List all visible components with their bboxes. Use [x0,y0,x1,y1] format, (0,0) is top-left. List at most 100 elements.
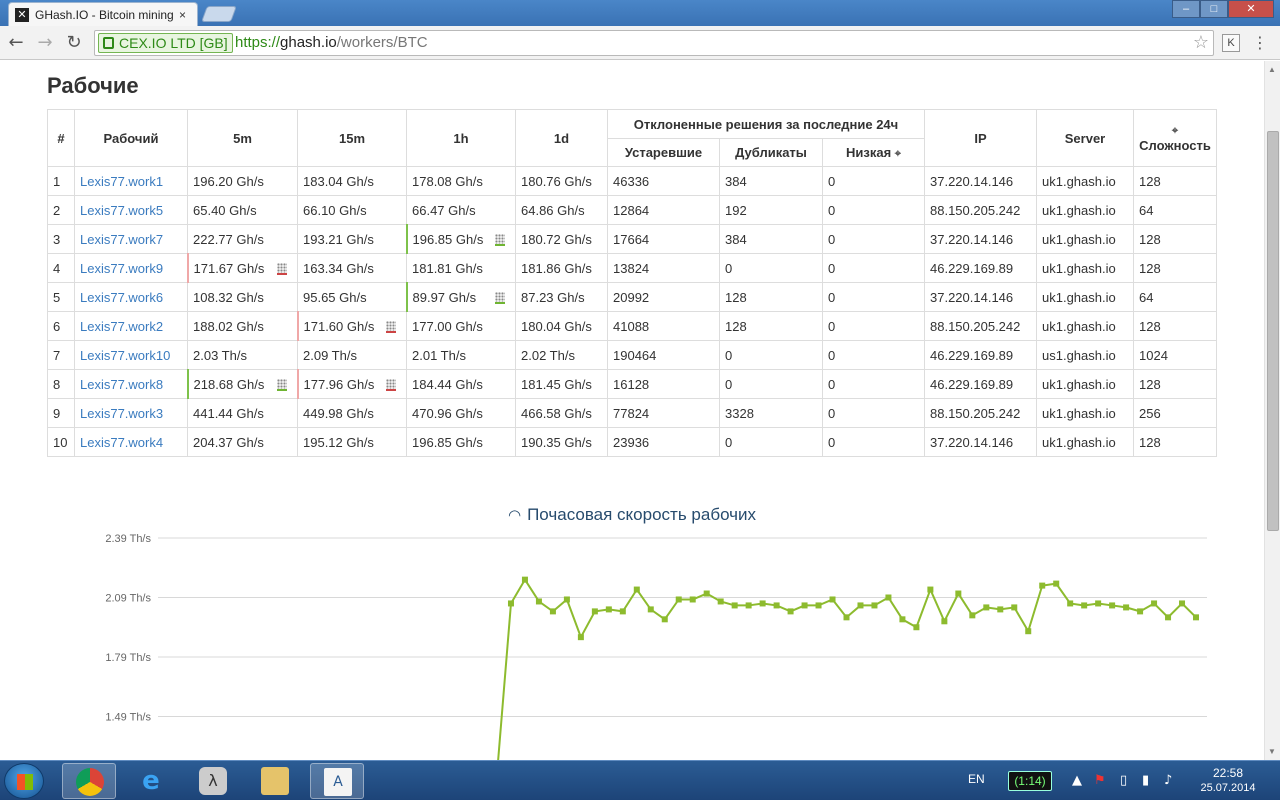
data-point[interactable] [1193,614,1199,621]
browser-tab[interactable]: ✕ GHash.IO - Bitcoin mining × [8,2,198,26]
data-point[interactable] [1179,600,1186,607]
volume-icon[interactable]: ♪ [1164,773,1172,788]
address-bar[interactable]: CEX.IO LTD [GB] https://ghash.io/workers… [94,30,1214,56]
data-point[interactable] [661,616,668,623]
scroll-down-arrow-icon[interactable]: ▼ [1268,747,1276,756]
cell-worker[interactable]: Lexis77.work10 [74,340,188,370]
minimize-button[interactable]: – [1172,0,1200,18]
table-row[interactable]: 5 Lexis77.work6 108.32 Gh/s 95.65 Gh/s 89.97… [47,282,1217,312]
battery-indicator[interactable]: (1:14) [1008,771,1052,791]
table-row[interactable]: 7 Lexis77.work10 2.03 Th/s 2.09 Th/s 2.01 Th… [47,340,1217,370]
extension-k-icon[interactable]: K [1222,34,1240,52]
data-point[interactable] [941,618,948,625]
data-point[interactable] [619,608,626,615]
data-point[interactable] [829,596,836,603]
signal-bars-icon[interactable]: ▮ [1142,773,1149,788]
data-point[interactable] [843,614,850,621]
col-header-1h[interactable]: 1h [406,109,516,167]
page-scrollbar[interactable]: ▲ ▼ [1264,61,1280,760]
data-point[interactable] [899,616,906,623]
data-point[interactable] [927,586,934,593]
table-row[interactable]: 4 Lexis77.work9 171.67 Gh/s 163.34 Gh/s 181.… [47,253,1217,283]
data-point[interactable] [633,586,640,593]
data-point[interactable] [969,612,976,619]
cell-worker[interactable]: Lexis77.work2 [74,311,188,341]
data-point[interactable] [1151,600,1158,607]
back-arrow-icon[interactable]: ← [5,32,27,54]
cell-worker[interactable]: Lexis77.work1 [74,166,188,196]
col-header-server[interactable]: Server [1036,109,1134,167]
col-header-difficulty[interactable]: ⌖ Сложность [1133,109,1217,167]
taskbar-document-app[interactable]: A [310,763,364,799]
worker-link[interactable]: Lexis77.work1 [80,174,163,189]
table-row[interactable]: 6 Lexis77.work2 188.02 Gh/s 171.60 Gh/s 177.… [47,311,1217,341]
url-text[interactable]: https://ghash.io/workers/BTC [235,34,428,52]
maximize-button[interactable]: □ [1200,0,1228,18]
data-point[interactable] [955,590,962,597]
flag-alert-icon[interactable]: ⚑ [1094,773,1106,788]
cell-worker[interactable]: Lexis77.work6 [74,282,188,312]
data-point[interactable] [1137,608,1144,615]
taskbar-internet-explorer[interactable]: e [124,763,178,799]
data-point[interactable] [1025,628,1032,635]
data-point[interactable] [871,602,878,609]
tab-close-icon[interactable]: × [179,8,186,22]
new-tab-button[interactable] [201,6,237,22]
taskbar-chrome[interactable] [62,763,116,799]
clock-date[interactable]: 25.07.2014 [1190,782,1266,794]
reload-icon[interactable]: ↻ [63,32,85,54]
worker-link[interactable]: Lexis77.work5 [80,203,163,218]
data-point[interactable] [983,604,990,611]
data-point[interactable] [1165,614,1172,621]
device-icon[interactable]: ▯ [1120,773,1127,788]
start-button[interactable] [4,763,44,799]
data-point[interactable] [997,606,1004,613]
data-point[interactable] [1053,580,1060,587]
worker-link[interactable]: Lexis77.work2 [80,319,163,334]
data-point[interactable] [1123,604,1130,611]
table-row[interactable]: 1 Lexis77.work1 196.20 Gh/s 183.04 Gh/s 178.… [47,166,1217,196]
cell-worker[interactable]: Lexis77.work9 [74,253,188,283]
col-header-num[interactable]: # [47,109,75,167]
data-point[interactable] [689,596,696,603]
data-point[interactable] [1067,600,1074,607]
bookmark-star-icon[interactable]: ☆ [1193,32,1209,53]
browser-menu-icon[interactable]: ⋮ [1252,33,1268,52]
cell-worker[interactable]: Lexis77.work4 [74,427,188,457]
worker-link[interactable]: Lexis77.work4 [80,435,163,450]
show-hidden-icons-arrow-icon[interactable]: ▲ [1072,773,1082,788]
clock-time[interactable]: 22:58 [1190,766,1266,780]
worker-link[interactable]: Lexis77.work9 [80,261,163,276]
data-point[interactable] [563,596,570,603]
worker-link[interactable]: Lexis77.work7 [80,232,163,247]
taskbar-app[interactable]: λ [186,763,240,799]
col-header-stale[interactable]: Устаревшие [607,138,720,167]
worker-link[interactable]: Lexis77.work6 [80,290,163,305]
col-header-5m[interactable]: 5m [187,109,298,167]
data-point[interactable] [731,602,738,609]
data-point[interactable] [815,602,822,609]
col-header-worker[interactable]: Рабочий [74,109,188,167]
data-point[interactable] [745,602,752,609]
worker-link[interactable]: Lexis77.work8 [80,377,163,392]
data-point[interactable] [773,602,780,609]
data-point[interactable] [1011,604,1018,611]
table-row[interactable]: 8 Lexis77.work8 218.68 Gh/s 177.96 Gh/s 184.… [47,369,1217,399]
data-point[interactable] [605,606,612,613]
hashrate-chart[interactable]: 2.39 Th/s2.09 Th/s1.79 Th/s1.49 Th/sСкор… [0,521,1264,760]
data-point[interactable] [521,576,528,583]
data-point[interactable] [647,606,654,613]
data-point[interactable] [857,602,864,609]
taskbar-explorer[interactable] [248,763,302,799]
data-point[interactable] [759,600,766,607]
worker-link[interactable]: Lexis77.work10 [80,348,170,363]
data-point[interactable] [703,590,710,597]
close-window-button[interactable]: ✕ [1228,0,1274,18]
table-row[interactable]: 9 Lexis77.work3 441.44 Gh/s 449.98 Gh/s 470.… [47,398,1217,428]
cell-worker[interactable]: Lexis77.work7 [74,224,188,254]
data-point[interactable] [591,608,598,615]
col-header-ip[interactable]: IP [924,109,1037,167]
cell-worker[interactable]: Lexis77.work3 [74,398,188,428]
data-point[interactable] [675,596,682,603]
scroll-up-arrow-icon[interactable]: ▲ [1268,65,1276,74]
